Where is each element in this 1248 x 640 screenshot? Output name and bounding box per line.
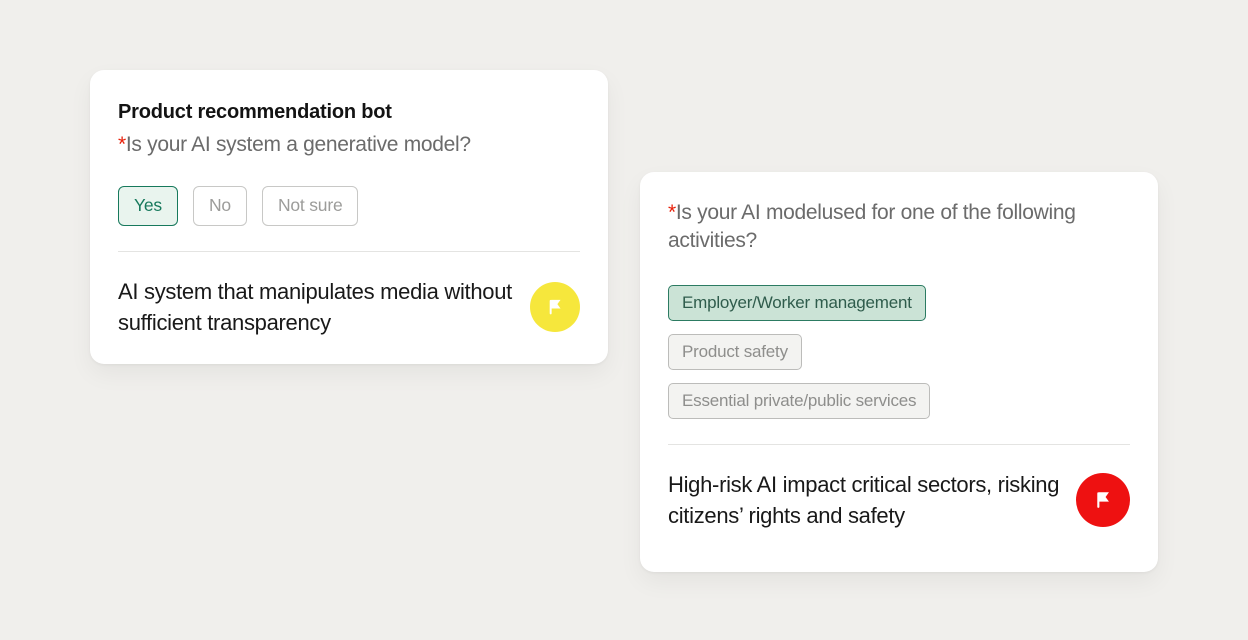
answer-options-row: Yes No Not sure [118, 186, 580, 226]
question-activities: *Is your AI modelused for one of the fol… [668, 199, 1130, 255]
question-text: Is your AI system a generative model? [126, 133, 471, 156]
question-card-product-bot: Product recommendation bot *Is your AI s… [90, 70, 608, 364]
question-generative-model: *Is your AI system a generative model? [118, 131, 580, 159]
required-asterisk: * [668, 201, 676, 224]
option-no[interactable]: No [193, 186, 247, 226]
flag-icon [1089, 486, 1117, 514]
page-background: Product recommendation bot *Is your AI s… [0, 0, 1248, 640]
card-title: Product recommendation bot [118, 101, 580, 124]
answer-options-column: Employer/Worker management Product safet… [668, 285, 1130, 419]
option-not-sure[interactable]: Not sure [262, 186, 359, 226]
option-employer-worker-management[interactable]: Employer/Worker management [668, 285, 926, 321]
flag-icon [542, 294, 568, 320]
result-row: High-risk AI impact critical sectors, ri… [668, 469, 1130, 531]
option-product-safety[interactable]: Product safety [668, 334, 802, 370]
option-yes[interactable]: Yes [118, 186, 178, 226]
flag-badge-red [1076, 473, 1130, 527]
question-text: Is your AI modelused for one of the foll… [668, 201, 1076, 252]
divider [118, 251, 580, 252]
result-text: High-risk AI impact critical sectors, ri… [668, 469, 1068, 531]
option-essential-services[interactable]: Essential private/public services [668, 383, 930, 419]
divider [668, 444, 1130, 445]
flag-badge-yellow [530, 282, 580, 332]
required-asterisk: * [118, 133, 126, 156]
question-card-activities: *Is your AI modelused for one of the fol… [640, 172, 1158, 572]
result-row: AI system that manipulates media without… [118, 276, 580, 338]
result-text: AI system that manipulates media without… [118, 276, 518, 338]
